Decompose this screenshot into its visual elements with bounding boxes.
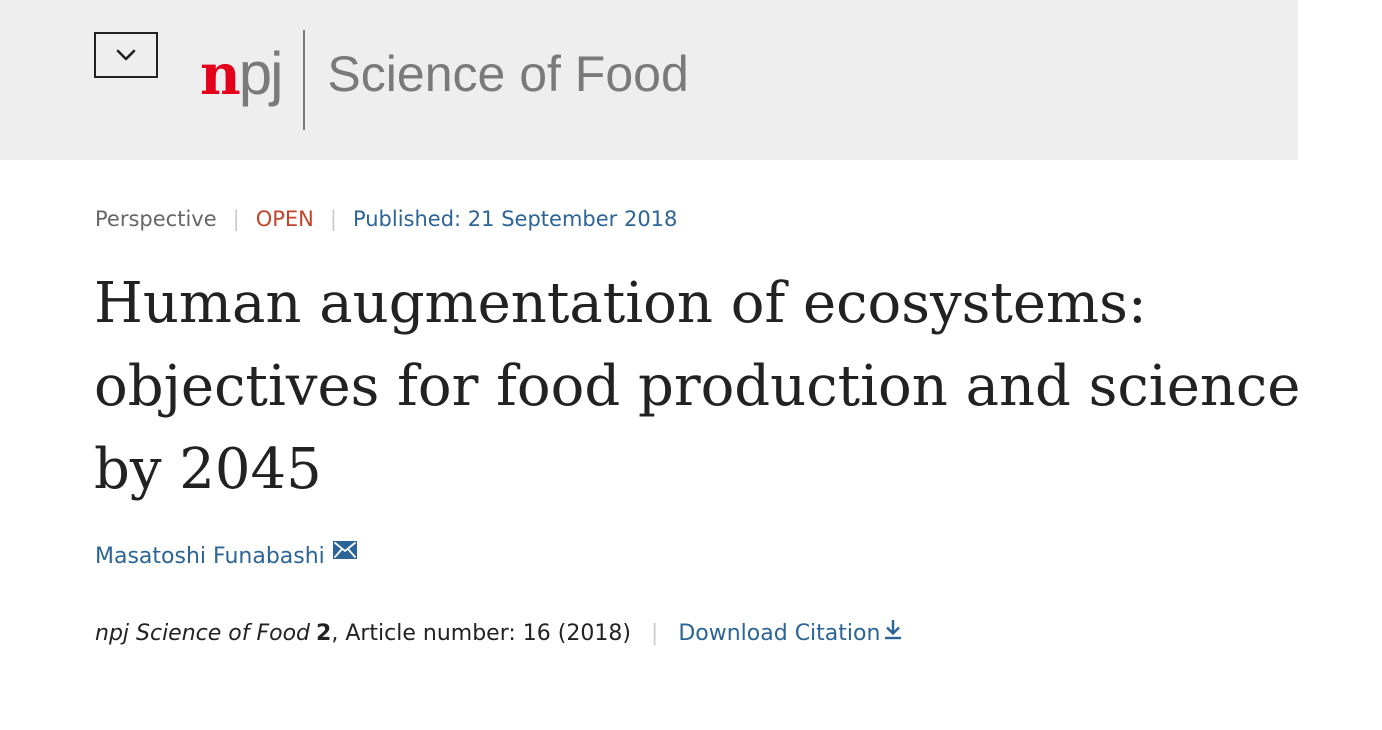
citation-line: npj Science of Food 2, Article number: 16… <box>95 618 902 650</box>
download-icon <box>884 618 902 650</box>
download-citation-link[interactable]: Download Citation <box>678 618 902 650</box>
citation-separator: | <box>650 621 659 646</box>
author-link[interactable]: Masatoshi Funabashi <box>95 542 325 572</box>
open-access-badge: OPEN <box>255 207 314 231</box>
mail-icon[interactable] <box>332 538 357 568</box>
download-citation-label: Download Citation <box>678 621 881 646</box>
citation-journal: npj Science of Food <box>95 621 311 646</box>
article-meta: Perspective | OPEN | Published: 21 September… <box>95 204 677 234</box>
journal-name: Science of Food <box>327 46 689 102</box>
article-type: Perspective <box>95 207 217 231</box>
meta-separator: | <box>232 207 240 231</box>
published-date: Published: 21 September 2018 <box>352 207 678 231</box>
logo-divider <box>303 30 306 130</box>
citation-volume: 2 <box>316 621 332 646</box>
logo-pj: pj <box>238 40 284 107</box>
journal-logo[interactable]: npj Science of Food <box>200 30 689 130</box>
meta-separator: | <box>329 207 337 231</box>
author-list: Masatoshi Funabashi <box>95 541 357 572</box>
logo-n: n <box>200 42 241 108</box>
menu-toggle-button[interactable] <box>94 32 158 78</box>
chevron-down-icon <box>116 49 136 61</box>
site-header: npj Science of Food <box>0 0 1298 160</box>
article-title: Human augmentation of ecosystems: object… <box>94 271 1301 502</box>
npj-logo-mark: npj <box>200 44 283 104</box>
citation-article-info: , Article number: 16 (2018) <box>331 621 631 646</box>
